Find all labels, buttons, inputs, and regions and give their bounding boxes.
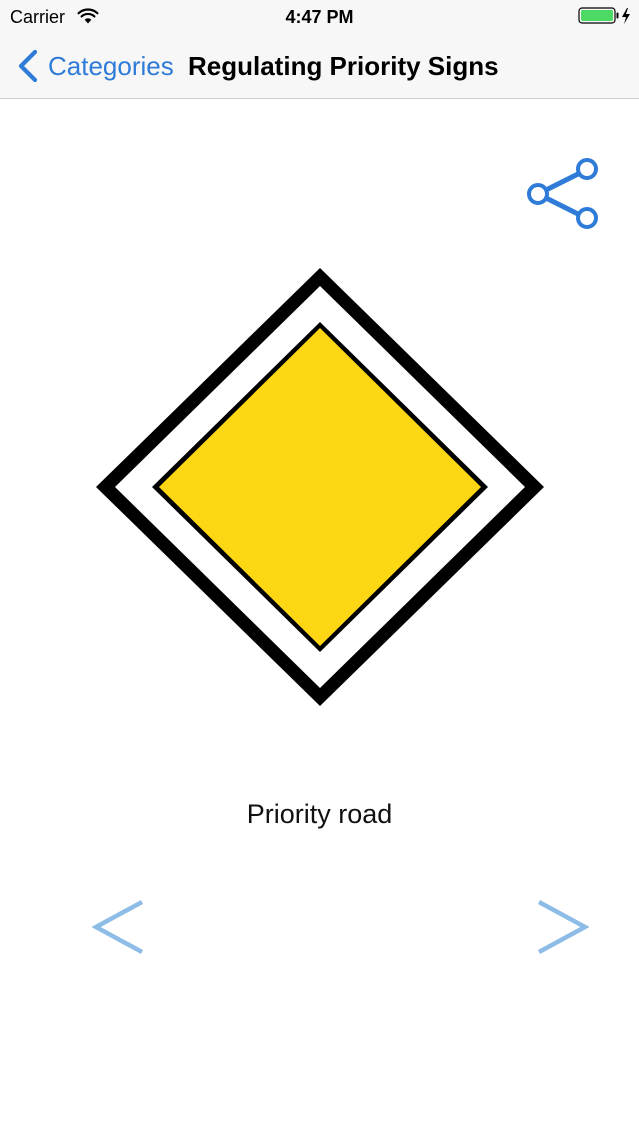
chevron-right-icon[interactable]: [533, 898, 589, 956]
share-icon[interactable]: [524, 156, 600, 232]
priority-road-sign-image: [96, 268, 544, 706]
chevron-left-icon[interactable]: [92, 898, 148, 956]
sign-name-label: Priority road: [246, 799, 393, 829]
clock-time: 4:47 PM: [285, 7, 354, 27]
status-bar: Carrier 4:47 PM: [0, 0, 639, 34]
battery-charging-icon: [578, 7, 630, 24]
sign-detail-screen: Carrier 4:47 PM Categories Regulating Pr…: [0, 0, 639, 1136]
chevron-left-icon: [18, 49, 38, 83]
back-button-label: Categories: [48, 51, 174, 81]
back-button[interactable]: Categories: [16, 48, 174, 84]
page-title: Regulating Priority Signs: [188, 51, 499, 81]
navigation-bar: Categories Regulating Priority Signs: [0, 34, 639, 99]
